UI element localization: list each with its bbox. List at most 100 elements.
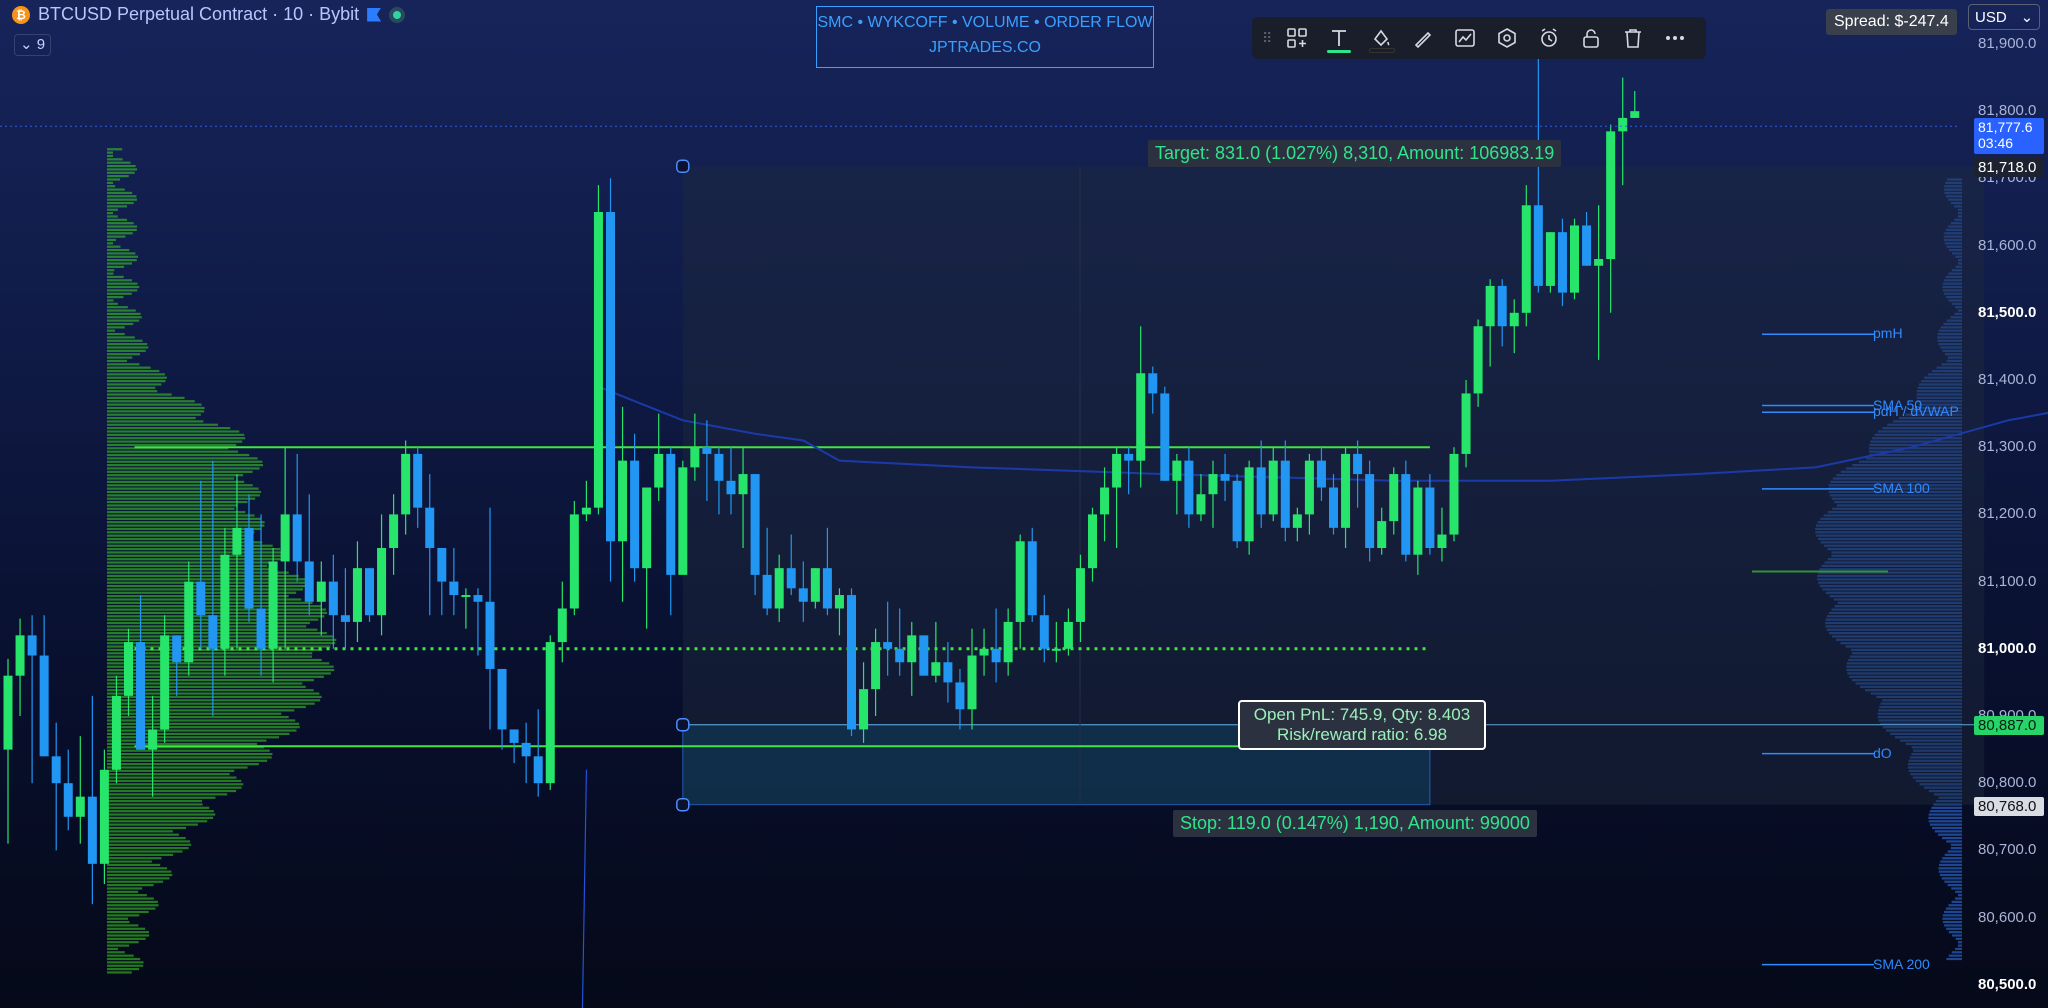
volume-profile-bar: [107, 171, 135, 174]
volume-profile-bar: [107, 890, 139, 893]
volume-profile-bar: [107, 951, 125, 954]
trash-icon[interactable]: [1612, 17, 1654, 59]
volume-profile-bar: [107, 212, 113, 215]
volume-profile-bar: [107, 285, 140, 289]
volume-profile-bar: [107, 558, 281, 561]
volume-profile-bar: [107, 511, 246, 514]
candle-body: [533, 756, 543, 784]
candle-body: [847, 595, 856, 730]
lock-icon[interactable]: [1570, 17, 1612, 59]
candle-body: [774, 568, 784, 609]
line-color-icon[interactable]: [1402, 17, 1444, 59]
volume-profile-bar: [107, 900, 158, 903]
text-icon[interactable]: [1318, 17, 1360, 59]
volume-profile-bar: [107, 269, 115, 272]
symbol-title[interactable]: BTCUSD Perpetual Contract · 10 · Bybit: [38, 4, 359, 25]
symbol-header[interactable]: ₿ BTCUSD Perpetual Contract · 10 · Bybit: [12, 4, 406, 25]
volume-profile-bar: [107, 470, 253, 473]
volume-profile-bar: [107, 554, 285, 557]
volume-profile-bar: [107, 860, 152, 863]
candle-body: [148, 729, 158, 750]
level-label: SMA 200: [1873, 955, 1930, 972]
candle-body: [1232, 480, 1242, 542]
currency-select[interactable]: USD ⌄: [1968, 4, 2040, 30]
price-axis-label: 80,600.0: [1978, 908, 2037, 926]
templates-icon[interactable]: [1276, 17, 1318, 59]
volume-profile-bar: [1950, 843, 1962, 846]
more-icon[interactable]: [1654, 17, 1696, 59]
volume-profile-bar: [107, 346, 149, 349]
volume-profile-bar: [107, 521, 265, 524]
volume-profile-bar: [107, 517, 262, 520]
volume-profile-bar: [107, 423, 218, 426]
candle-body: [1208, 474, 1218, 495]
level-label: SMA 100: [1873, 479, 1930, 496]
volume-profile-bar: [107, 931, 150, 934]
volume-profile-bar: [107, 779, 242, 783]
volume-profile-bar: [107, 887, 143, 890]
stop-label[interactable]: Stop: 119.0 (0.147%) 1,190, Amount: 9900…: [1173, 810, 1537, 837]
volume-profile-bar: [107, 551, 285, 554]
fill-color-icon[interactable]: [1360, 17, 1402, 59]
candle-body: [1124, 453, 1134, 461]
object-settings-icon[interactable]: [1486, 17, 1528, 59]
volume-profile-bar: [107, 252, 136, 255]
volume-profile-bar: [107, 957, 141, 961]
price-axis-label: 81,200.0: [1978, 505, 2037, 523]
volume-profile-bar: [1947, 884, 1962, 887]
candle-body: [726, 480, 736, 495]
volume-profile-bar: [107, 154, 113, 158]
volume-profile-bar: [1932, 826, 1962, 830]
volume-profile-bar: [107, 406, 205, 410]
candle-body: [834, 595, 844, 609]
banner-line-2: JPTRADES.CO: [928, 39, 1041, 56]
volume-profile-bar: [107, 349, 146, 352]
candle-body: [160, 635, 170, 730]
candle-body: [907, 635, 917, 663]
volume-profile-bar: [107, 396, 185, 399]
candle-body: [196, 581, 206, 616]
volume-profile-bar: [107, 712, 282, 715]
volume-profile-bar: [1928, 820, 1962, 823]
volume-profile-bar: [107, 238, 116, 242]
volume-profile-bar: [107, 292, 132, 295]
volume-profile-bar: [1955, 937, 1962, 940]
chart-settings-icon[interactable]: [1444, 17, 1486, 59]
candle-body: [810, 568, 820, 602]
banner-line-1: SMC • WYKCOFF • VOLUME • ORDER FLOW: [817, 14, 1153, 31]
volume-profile-bar: [107, 830, 173, 833]
volume-profile-bar: [107, 151, 113, 154]
candle-body: [991, 648, 1001, 663]
price-axis-label: 81,000.0: [1978, 639, 2037, 657]
candle-body: [1015, 541, 1025, 622]
volume-profile-bar: [107, 222, 134, 225]
candle-body: [1521, 205, 1531, 313]
volume-profile-bar: [107, 262, 132, 265]
volume-profile-bar: [107, 813, 216, 816]
volume-profile-bar: [1944, 853, 1962, 856]
volume-profile-bar: [107, 722, 300, 725]
volume-profile-bar: [107, 877, 170, 880]
volume-profile-bar: [107, 954, 134, 957]
candle-body: [111, 695, 121, 770]
pnl-box[interactable]: Open PnL: 745.9, Qty: 8.403 Risk/reward …: [1238, 700, 1486, 750]
drag-handle-icon[interactable]: ⠿: [1262, 30, 1276, 47]
indicators-toggle[interactable]: ⌄ 9: [14, 34, 52, 56]
volume-profile-bar: [107, 188, 125, 191]
target-label[interactable]: Target: 831.0 (1.027%) 8,310, Amount: 10…: [1148, 140, 1562, 167]
volume-profile-bar: [107, 175, 129, 178]
price-chart[interactable]: [0, 0, 2048, 1008]
volume-profile-bar: [107, 769, 235, 772]
market-status-icon[interactable]: [389, 6, 406, 23]
volume-profile-bar: [107, 514, 255, 517]
volume-profile-bar: [107, 228, 137, 231]
candle-body: [473, 595, 483, 602]
volume-profile-bar: [1958, 944, 1962, 947]
volume-profile-bar: [107, 920, 130, 924]
flag-icon[interactable]: [367, 7, 382, 22]
alert-icon[interactable]: [1528, 17, 1570, 59]
level-label: dO: [1873, 744, 1892, 761]
currency-value: USD: [1975, 8, 2007, 26]
candle-body: [1172, 460, 1182, 481]
volume-profile-bar: [107, 847, 189, 850]
